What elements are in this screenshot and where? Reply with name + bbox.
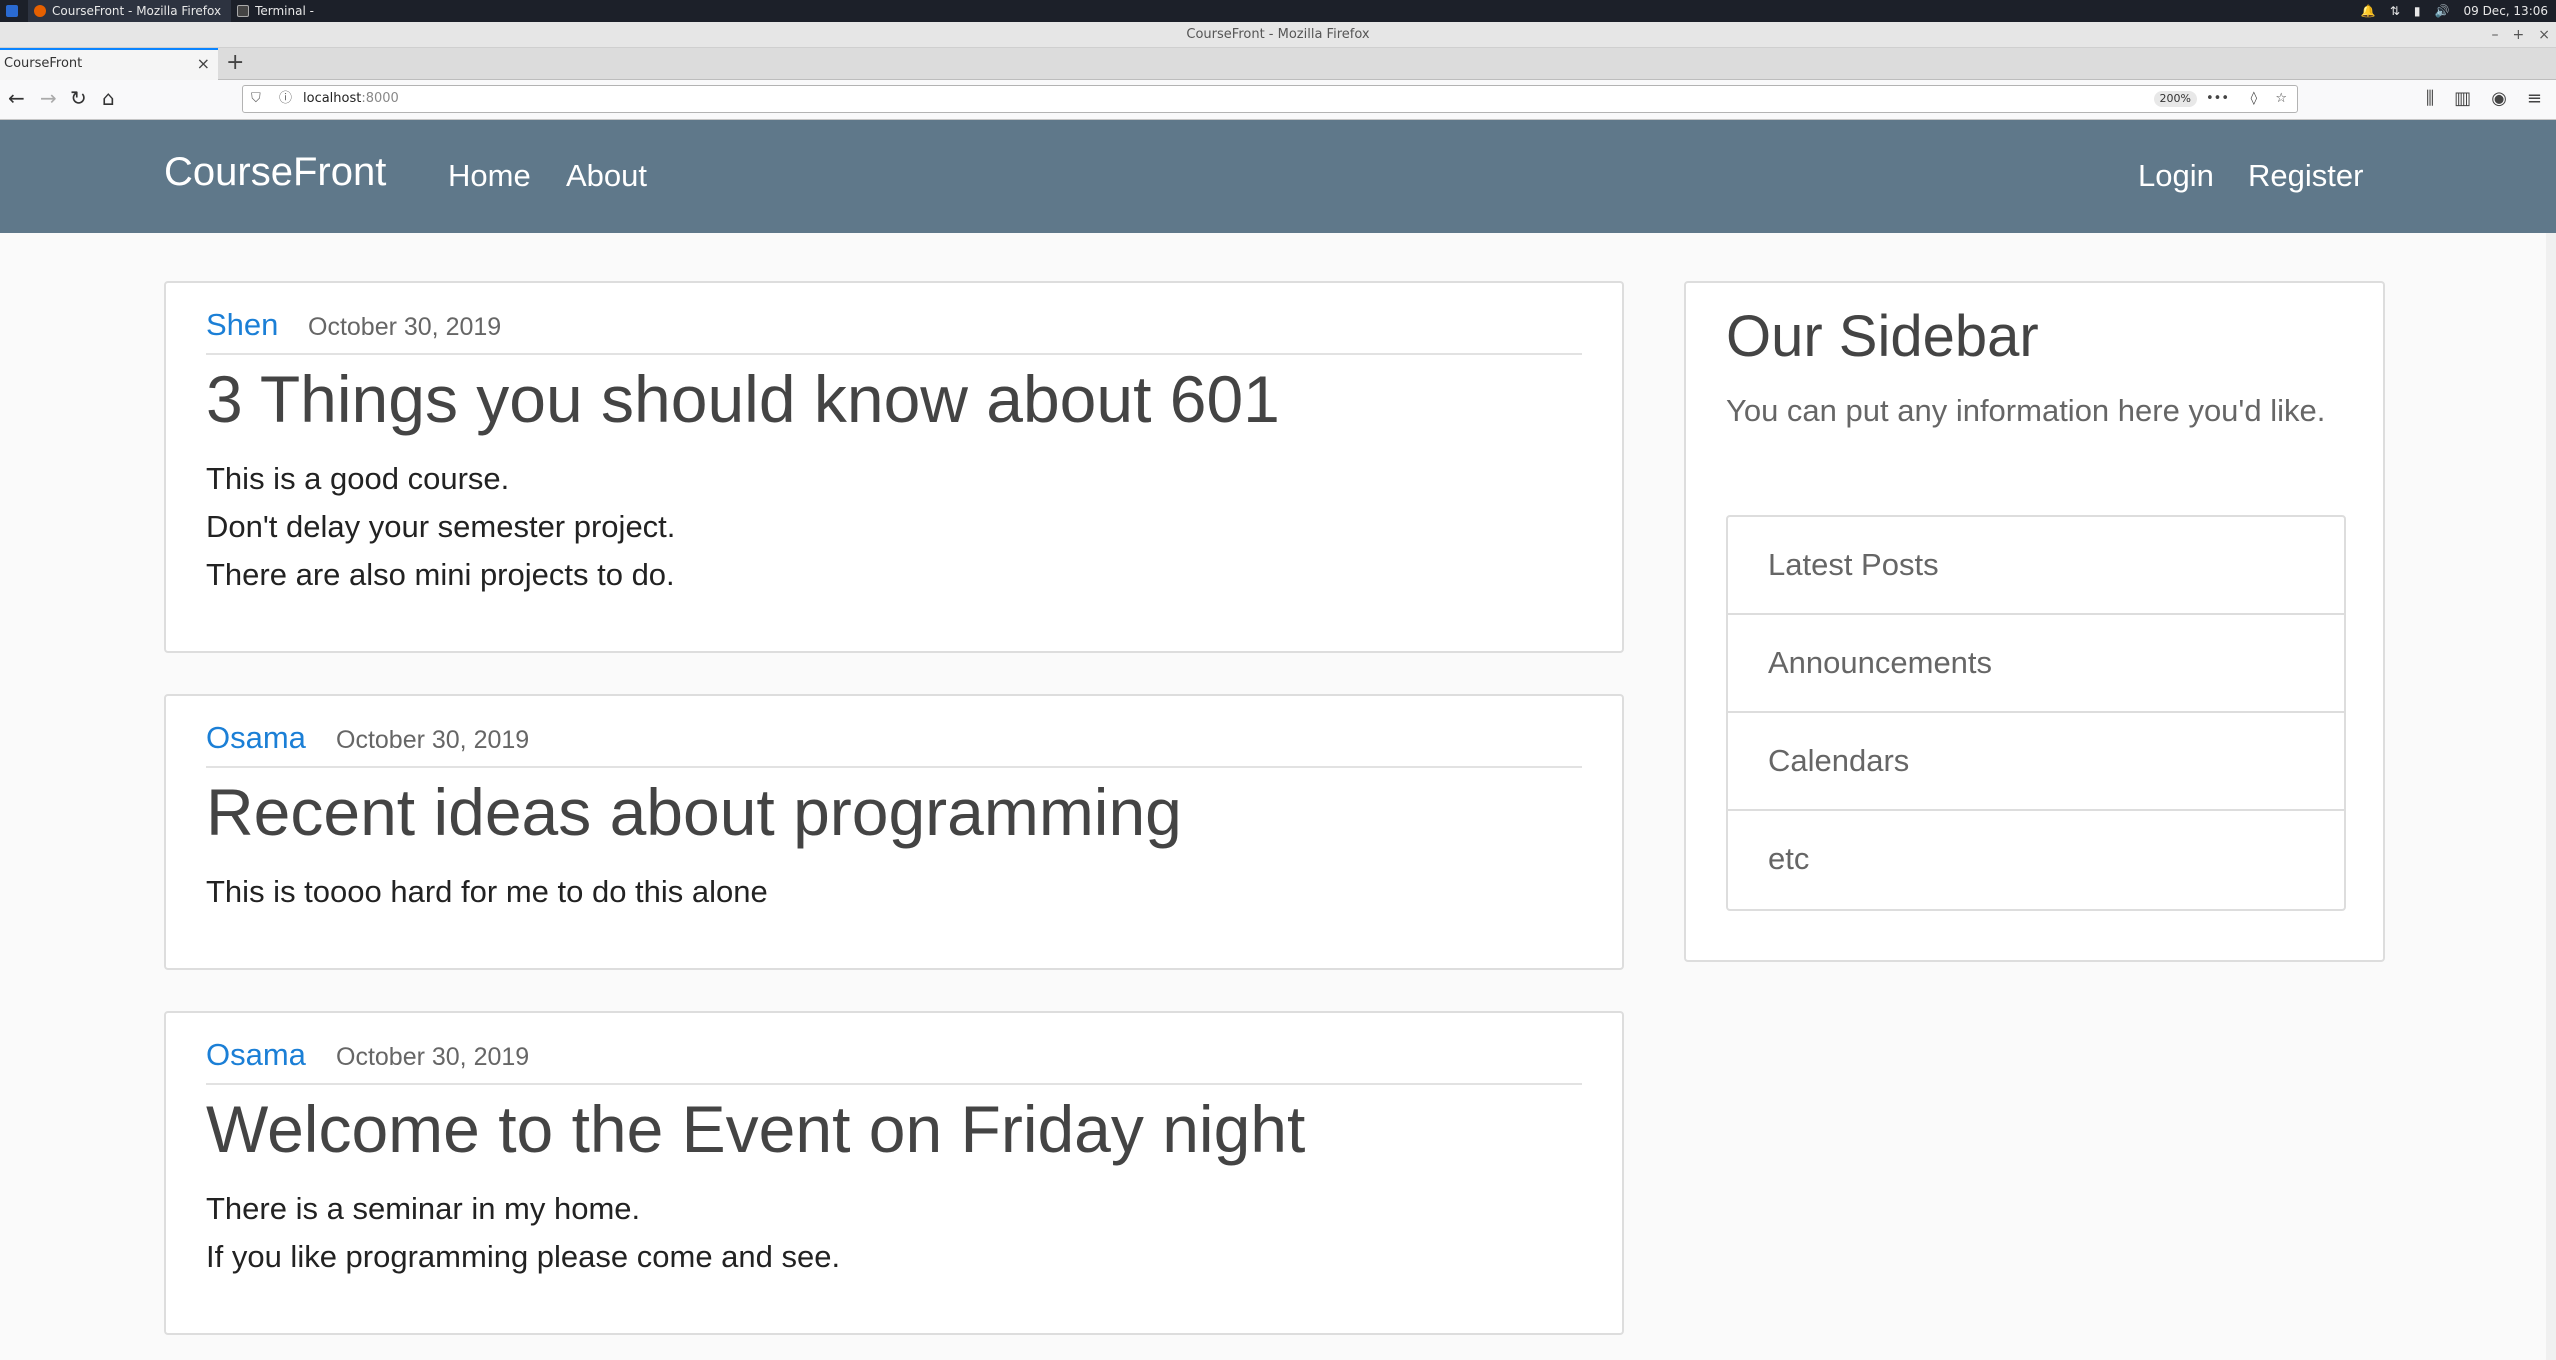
post-divider <box>206 353 1582 355</box>
post-card: Osama October 30, 2019 Welcome to the Ev… <box>164 1011 1624 1335</box>
zoom-level[interactable]: 200% <box>2153 91 2197 107</box>
browser-toolbar: ← → ↻ ⌂ ⛉ ⓘ localhost:8000 200% ••• ◊ ☆ … <box>0 80 2556 120</box>
post-author[interactable]: Osama <box>206 720 306 756</box>
taskbar-item-label: Terminal - <box>255 4 314 18</box>
forward-icon[interactable]: → <box>40 86 57 110</box>
sidebar-list: Latest Posts Announcements Calendars etc <box>1726 515 2346 911</box>
volume-icon[interactable]: 🔊 <box>2435 4 2450 18</box>
post-line: There are also mini projects to do. <box>206 557 675 592</box>
battery-icon[interactable]: ▮ <box>2414 4 2421 18</box>
hamburger-menu-icon[interactable]: ≡ <box>2527 88 2542 109</box>
url-bar[interactable]: ⛉ ⓘ localhost:8000 200% ••• ◊ ☆ <box>242 85 2298 113</box>
page-scrollbar[interactable] <box>2546 233 2556 1360</box>
post-divider <box>206 1083 1582 1085</box>
nav-home[interactable]: Home <box>448 158 531 194</box>
brand-link[interactable]: CourseFront <box>164 150 386 195</box>
bookmark-star-icon[interactable]: ☆ <box>2275 86 2287 112</box>
taskbar-item-firefox[interactable]: CourseFront - Mozilla Firefox <box>28 0 232 22</box>
url-text: localhost:8000 <box>303 91 399 106</box>
post-line: If you like programming please come and … <box>206 1239 841 1274</box>
main-content: Shen October 30, 2019 3 Things you shoul… <box>0 233 2556 1360</box>
new-tab-icon[interactable]: + <box>226 50 244 75</box>
network-icon[interactable]: ⇅ <box>2390 4 2400 18</box>
post-author[interactable]: Osama <box>206 1037 306 1073</box>
window-titlebar: CourseFront - Mozilla Firefox – + × <box>0 22 2556 48</box>
site-header: CourseFront Home About Login Register <box>0 120 2556 233</box>
clock[interactable]: 09 Dec, 13:06 <box>2463 4 2548 18</box>
sidebar-item-etc[interactable]: etc <box>1728 811 2344 909</box>
sidebar-item-calendars[interactable]: Calendars <box>1728 713 2344 811</box>
account-icon[interactable]: ◉ <box>2491 88 2507 109</box>
post-divider <box>206 766 1582 768</box>
post-date: October 30, 2019 <box>308 313 502 341</box>
post-card: Osama October 30, 2019 Recent ideas abou… <box>164 694 1624 970</box>
taskbar-item-label: CourseFront - Mozilla Firefox <box>52 4 222 18</box>
close-window-icon[interactable]: × <box>2538 22 2550 48</box>
shield-icon[interactable]: ⛉ <box>251 86 261 112</box>
post-line: There is a seminar in my home. <box>206 1191 641 1226</box>
post-line: This is a good course. <box>206 461 510 496</box>
sidebar-text: You can put any information here you'd l… <box>1726 393 2326 428</box>
browser-tab[interactable]: CourseFront × <box>0 48 218 80</box>
tab-title: CourseFront <box>4 56 83 71</box>
post-date: October 30, 2019 <box>336 1043 530 1071</box>
sidebar-item-latest-posts[interactable]: Latest Posts <box>1728 517 2344 615</box>
library-icon[interactable]: ⫼ <box>2426 88 2434 109</box>
tab-strip: CourseFront × + <box>0 48 2556 80</box>
post-title: 3 Things you should know about 601 <box>206 362 1280 436</box>
sidebar-title: Our Sidebar <box>1726 304 2039 369</box>
sidebar-toggle-icon[interactable]: ▥ <box>2454 88 2471 109</box>
nav-about[interactable]: About <box>566 158 647 194</box>
nav-login[interactable]: Login <box>2138 158 2214 194</box>
close-tab-icon[interactable]: × <box>197 50 210 78</box>
post-line: This is toooo hard for me to do this alo… <box>206 874 768 909</box>
post-card: Shen October 30, 2019 3 Things you shoul… <box>164 281 1624 653</box>
taskbar-item-terminal[interactable]: Terminal - <box>231 0 324 22</box>
nav-register[interactable]: Register <box>2248 158 2363 194</box>
sidebar: Our Sidebar You can put any information … <box>1684 281 2385 962</box>
more-icon[interactable]: ••• <box>2206 86 2229 112</box>
terminal-icon <box>237 5 250 17</box>
post-title: Welcome to the Event on Friday night <box>206 1092 1306 1166</box>
minimize-icon[interactable]: – <box>2492 22 2499 48</box>
back-icon[interactable]: ← <box>8 86 25 110</box>
bell-icon[interactable]: 🔔 <box>2361 4 2376 18</box>
post-author[interactable]: Shen <box>206 307 278 343</box>
maximize-icon[interactable]: + <box>2513 22 2525 48</box>
reload-icon[interactable]: ↻ <box>70 86 87 110</box>
sidebar-item-announcements[interactable]: Announcements <box>1728 615 2344 713</box>
home-icon[interactable]: ⌂ <box>102 86 115 110</box>
start-menu-icon[interactable] <box>0 0 28 22</box>
post-line: Don't delay your semester project. <box>206 509 676 544</box>
info-icon[interactable]: ⓘ <box>279 86 292 112</box>
firefox-icon <box>34 5 46 17</box>
os-taskbar: CourseFront - Mozilla Firefox Terminal -… <box>0 0 2556 22</box>
post-title: Recent ideas about programming <box>206 775 1182 849</box>
pocket-icon[interactable]: ◊ <box>2251 86 2257 112</box>
post-date: October 30, 2019 <box>336 726 530 754</box>
window-title: CourseFront - Mozilla Firefox <box>1186 27 1370 42</box>
